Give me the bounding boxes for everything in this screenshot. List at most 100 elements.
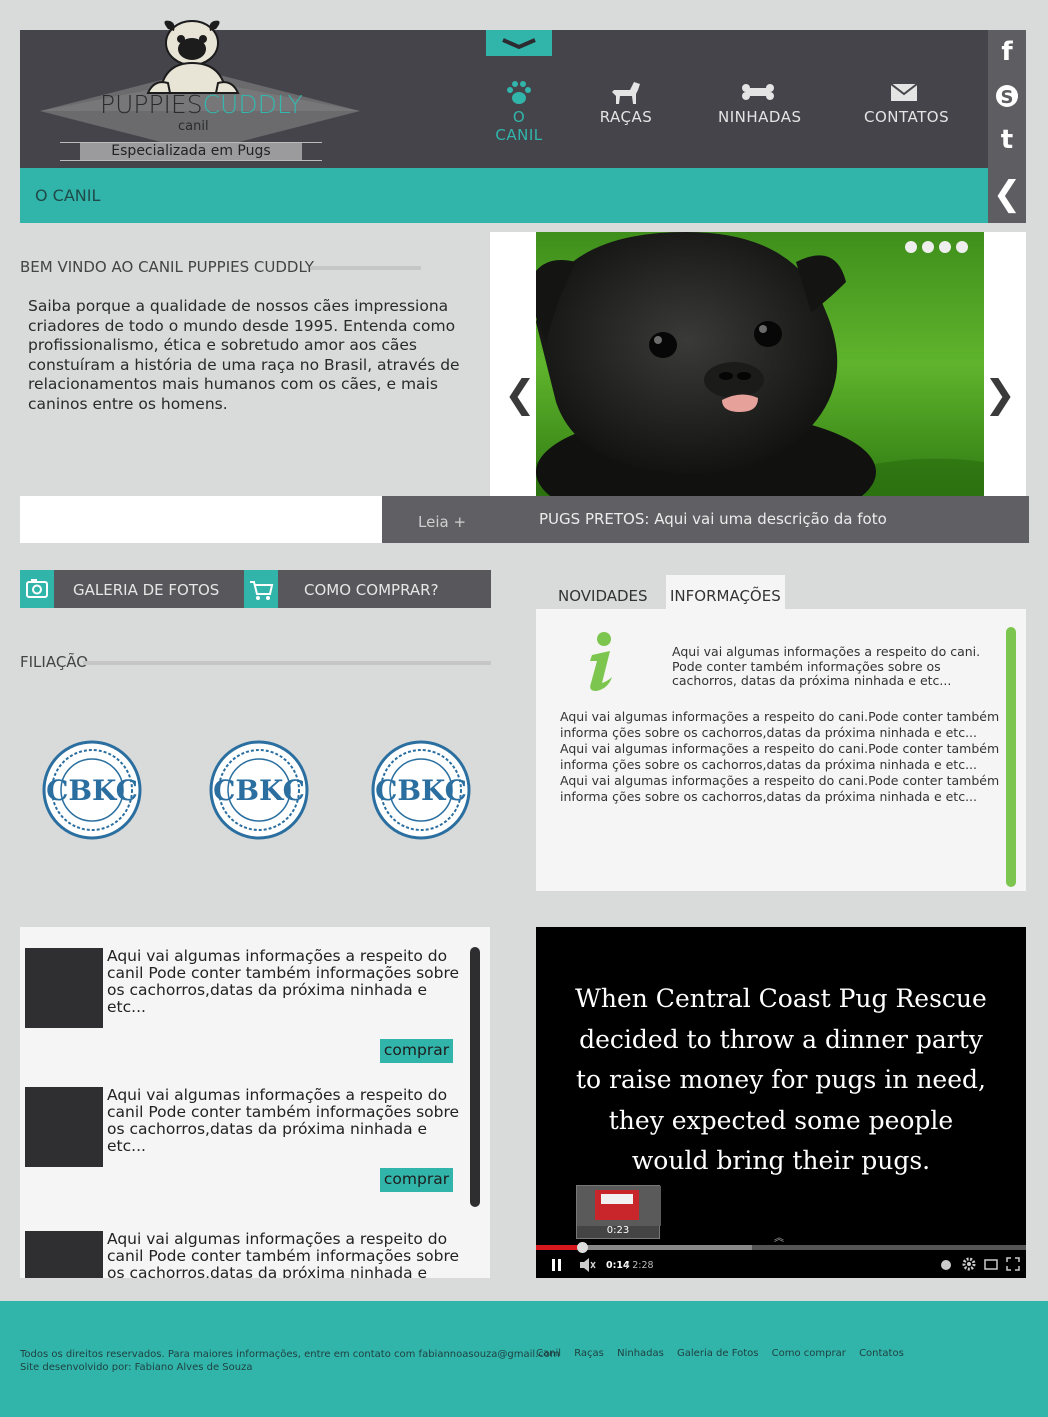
- dog-icon: [612, 82, 640, 104]
- slider-prev-button[interactable]: ❮: [504, 372, 536, 416]
- video-preview-thumbnail: 0:23: [576, 1185, 661, 1239]
- preview-time: 0:23: [606, 1225, 630, 1236]
- info-body: Aqui vai algumas informações a respeito …: [560, 709, 1006, 805]
- footer-info: Todos os direitos reservados. Para maior…: [20, 1348, 560, 1374]
- facebook-icon[interactable]: f: [988, 30, 1026, 74]
- filiacao-rule: [83, 661, 491, 665]
- product-thumbnail[interactable]: [25, 1231, 103, 1278]
- footer-link-ninhadas[interactable]: Ninhadas: [617, 1348, 664, 1359]
- info-icon: [590, 632, 612, 691]
- breadcrumb: O CANIL: [35, 186, 101, 205]
- theater-mode-icon[interactable]: [984, 1259, 998, 1270]
- nav-toggle-button[interactable]: [486, 30, 552, 56]
- pause-icon[interactable]: [552, 1259, 562, 1271]
- footer-rights: Todos os direitos reservados. Para maior…: [20, 1349, 560, 1360]
- video-player[interactable]: When Central Coast Pug Rescue decided to…: [536, 927, 1026, 1278]
- brand-name-part1: PUPPIES: [100, 90, 203, 119]
- product-thumbnail[interactable]: [25, 948, 103, 1028]
- volume-icon[interactable]: [580, 1258, 596, 1272]
- site-footer: Todos os direitos reservados. Para maior…: [0, 1301, 1048, 1417]
- nav-item-racas[interactable]: RAÇAS: [596, 78, 656, 126]
- skype-glyph: S: [996, 85, 1018, 108]
- info-paragraph: Aqui vai algumas informações a respeito …: [560, 773, 1000, 804]
- slider-dot[interactable]: [922, 241, 934, 253]
- envelope-icon: [890, 83, 918, 101]
- product-scrollbar[interactable]: [470, 947, 480, 1207]
- product-thumbnail[interactable]: [25, 1087, 103, 1167]
- info-panel: Aqui vai algumas informações a respeito …: [536, 609, 1026, 891]
- footer-link-racas[interactable]: Raças: [574, 1348, 604, 1359]
- footer-credit: Site desenvolvido por: Fabiano Alves de …: [20, 1362, 253, 1373]
- gear-icon[interactable]: [962, 1257, 976, 1271]
- nav-item-canil[interactable]: O CANIL: [488, 78, 550, 144]
- slider-dots: [900, 238, 968, 257]
- brand-name-part2: CUDDLY: [202, 90, 303, 119]
- product-list: Aqui vai algumas informações a respeito …: [20, 927, 490, 1278]
- filiacao-title: FILIAÇÃO: [20, 653, 89, 671]
- footer-link-canil[interactable]: Canil: [536, 1348, 561, 1359]
- welcome-text: Saiba porque a qualidade de nossos cães …: [28, 297, 460, 413]
- video-controls: 0:14 / 2:28: [536, 1251, 1026, 1278]
- gallery-button[interactable]: GALERIA DE FOTOS: [20, 570, 246, 608]
- cbkc-seal[interactable]: CBKC: [371, 740, 471, 840]
- skype-icon[interactable]: S: [988, 74, 1026, 118]
- video-line: decided to throw a dinner party: [579, 1024, 983, 1054]
- footer-link-galeria[interactable]: Galeria de Fotos: [677, 1348, 758, 1359]
- footer-link-como-comprar[interactable]: Como comprar: [772, 1348, 846, 1359]
- cbkc-seal[interactable]: CBKC: [209, 740, 309, 840]
- brand-name[interactable]: PUPPIESCUDDLY: [100, 90, 303, 119]
- buy-button[interactable]: comprar: [380, 1039, 453, 1063]
- footer-link-contatos[interactable]: Contatos: [859, 1348, 904, 1359]
- svg-text:S: S: [1001, 87, 1014, 108]
- photo-slider: ❮ ❯: [490, 232, 1026, 496]
- info-paragraph: Aqui vai algumas informações a respeito …: [560, 709, 1000, 740]
- slider-dot[interactable]: [956, 241, 968, 253]
- product-description: Aqui vai algumas informações a respeito …: [107, 1086, 460, 1155]
- chevron-down-icon: [502, 38, 536, 50]
- welcome-title-rule: [310, 266, 421, 270]
- brand-tagline: Especializada em Pugs: [80, 143, 302, 160]
- slider-caption: PUGS PRETOS: Aqui vai uma descrição da f…: [539, 510, 887, 528]
- preview-image: [577, 1186, 661, 1226]
- social-links: f S t: [988, 30, 1026, 168]
- nav-label-ninhadas: NINHADAS: [718, 108, 802, 126]
- info-summary: Aqui vai algumas informações a respeito …: [672, 644, 981, 688]
- product-description: Aqui vai algumas informações a respeito …: [107, 1230, 460, 1279]
- brand-subtitle: canil: [178, 119, 209, 134]
- cart-icon: [244, 570, 278, 608]
- welcome-footer-strip: [20, 496, 382, 543]
- welcome-title: BEM VINDO AO CANIL PUPPIES CUDDLY: [20, 258, 314, 276]
- site-header: PUPPIESCUDDLY canil Especializada em Pug…: [20, 20, 1026, 168]
- black-pug-photo: [536, 232, 984, 496]
- pug-logo-icon: [146, 20, 240, 94]
- info-paragraph: Aqui vai algumas informações a respeito …: [560, 741, 1000, 772]
- cbkc-seal[interactable]: CBKC: [42, 740, 142, 840]
- fullscreen-icon[interactable]: [1006, 1257, 1020, 1271]
- video-line: they expected some people: [608, 1105, 954, 1135]
- video-progress-bar[interactable]: [536, 1242, 1026, 1253]
- seal-text: CBKC: [46, 774, 138, 807]
- read-more-link[interactable]: Leia +: [418, 513, 466, 531]
- paw-icon: [507, 81, 531, 104]
- video-played: [536, 1245, 583, 1250]
- slider-dot[interactable]: [939, 241, 951, 253]
- video-line: When Central Coast Pug Rescue: [575, 984, 987, 1013]
- nav-label-racas: RAÇAS: [599, 108, 653, 126]
- buy-button[interactable]: comprar: [380, 1168, 453, 1192]
- duration: / 2:28: [626, 1260, 654, 1271]
- nav-item-ninhadas[interactable]: NINHADAS: [718, 78, 802, 126]
- info-scrollbar[interactable]: [1006, 627, 1016, 887]
- breadcrumb-bar: O CANIL ❮: [20, 168, 1026, 223]
- chevron-up-icon[interactable]: ︽: [774, 1229, 784, 1244]
- info-circle-icon[interactable]: [940, 1259, 952, 1271]
- nav-item-contatos[interactable]: CONTATOS: [864, 78, 949, 126]
- how-to-buy-button[interactable]: COMO COMPRAR?: [244, 570, 491, 608]
- seal-text: CBKC: [213, 774, 305, 807]
- chevron-left-icon[interactable]: ❮: [988, 168, 1026, 223]
- tagline-rule-bottom: [60, 160, 322, 161]
- seal-text: CBKC: [375, 774, 467, 807]
- twitter-icon[interactable]: t: [988, 118, 1026, 162]
- slider-dot[interactable]: [905, 241, 917, 253]
- product-description: Aqui vai algumas informações a respeito …: [107, 947, 460, 1016]
- slider-next-button[interactable]: ❯: [984, 372, 1016, 416]
